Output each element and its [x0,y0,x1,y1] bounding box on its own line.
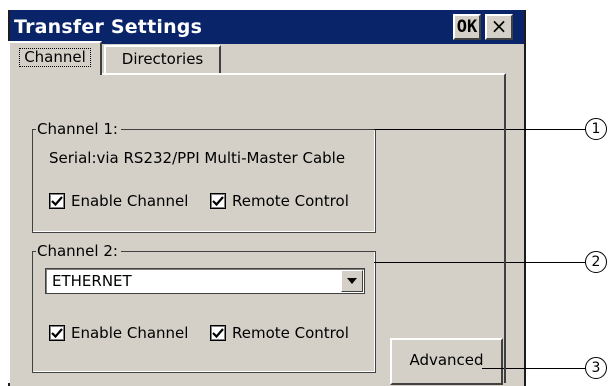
callout-2-marker: 2 [585,251,607,273]
window-title: Transfer Settings [14,16,203,38]
tab-directories-label: Directories [121,50,204,68]
tab-channel[interactable]: Channel [8,41,102,75]
callout-1-marker: 1 [585,118,607,140]
tab-channel-label: Channel [19,48,91,67]
tab-directories[interactable]: Directories [104,45,221,73]
tab-panel [8,73,506,383]
ok-button[interactable]: OK [453,14,481,40]
title-bar: Transfer Settings OK × [10,10,524,44]
close-button[interactable]: × [485,14,513,40]
callout-3-marker: 3 [585,357,607,379]
